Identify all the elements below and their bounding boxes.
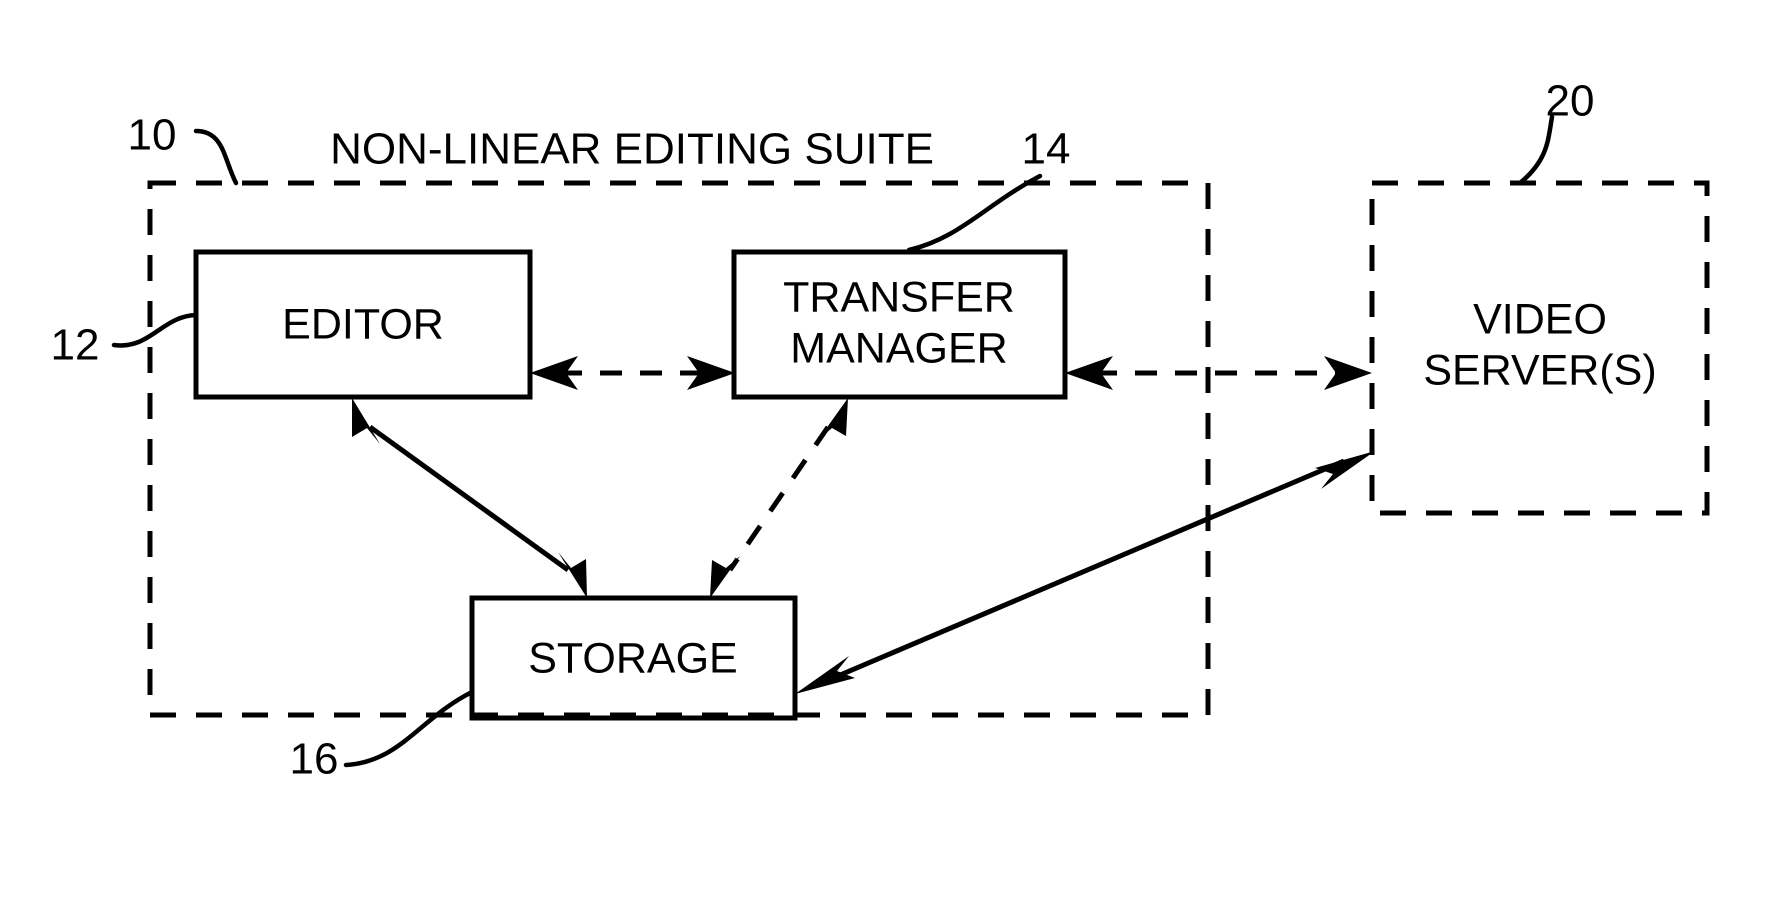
- numeral-10: 10: [128, 111, 177, 160]
- patent-figure: NON-LINEAR EDITING SUITE 10 EDITOR 12 TR…: [0, 0, 1788, 911]
- suite-container: NON-LINEAR EDITING SUITE 10: [128, 111, 1211, 718]
- figure-canvas: NON-LINEAR EDITING SUITE 10 EDITOR 12 TR…: [51, 77, 1710, 784]
- editor-block: EDITOR 12: [51, 249, 533, 400]
- transfer-videoserver-arrowhead-right: [1324, 356, 1372, 390]
- transfer-storage-line: [727, 425, 831, 572]
- suite-title: NON-LINEAR EDITING SUITE: [330, 125, 934, 174]
- numeral-20: 20: [1546, 77, 1595, 126]
- storage-videoserver-line: [825, 458, 1345, 684]
- transfer-manager-label-line1: TRANSFER: [783, 273, 1015, 321]
- storage-leader-line: [343, 689, 475, 768]
- video-server-container: VIDEO SERVER(S) 20: [1369, 77, 1710, 516]
- connection-storage-video-server: [795, 451, 1375, 694]
- editor-storage-arrowhead-top: [352, 398, 380, 444]
- storage-videoserver-arrowhead-right: [1315, 451, 1375, 489]
- transfer-manager-leader-line: [906, 173, 1043, 253]
- storage-videoserver-arrowhead-left: [795, 656, 855, 694]
- video-server-leader-line: [1517, 114, 1555, 186]
- suite-leader-line: [193, 128, 239, 186]
- storage-label: STORAGE: [528, 634, 737, 682]
- connection-transfer-manager-storage: [710, 398, 848, 598]
- connection-editor-storage: [352, 398, 587, 598]
- video-server-label-line2: SERVER(S): [1423, 346, 1656, 394]
- connection-transfer-manager-video-server: [1065, 356, 1372, 390]
- editor-label: EDITOR: [282, 300, 444, 348]
- numeral-12: 12: [51, 321, 100, 370]
- editor-storage-line: [368, 424, 570, 573]
- storage-block: STORAGE 16: [290, 595, 798, 784]
- transfer-storage-arrowhead-top: [818, 398, 848, 440]
- editor-storage-arrowhead-bottom: [558, 552, 587, 598]
- editor-leader-line: [111, 312, 199, 348]
- transfer-storage-arrowhead-bottom: [710, 556, 740, 598]
- video-server-label-line1: VIDEO: [1473, 295, 1607, 343]
- numeral-14: 14: [1022, 125, 1071, 174]
- connection-editor-transfer-manager: [530, 356, 735, 390]
- numeral-16: 16: [290, 735, 339, 784]
- transfer-manager-label-line2: MANAGER: [790, 324, 1007, 372]
